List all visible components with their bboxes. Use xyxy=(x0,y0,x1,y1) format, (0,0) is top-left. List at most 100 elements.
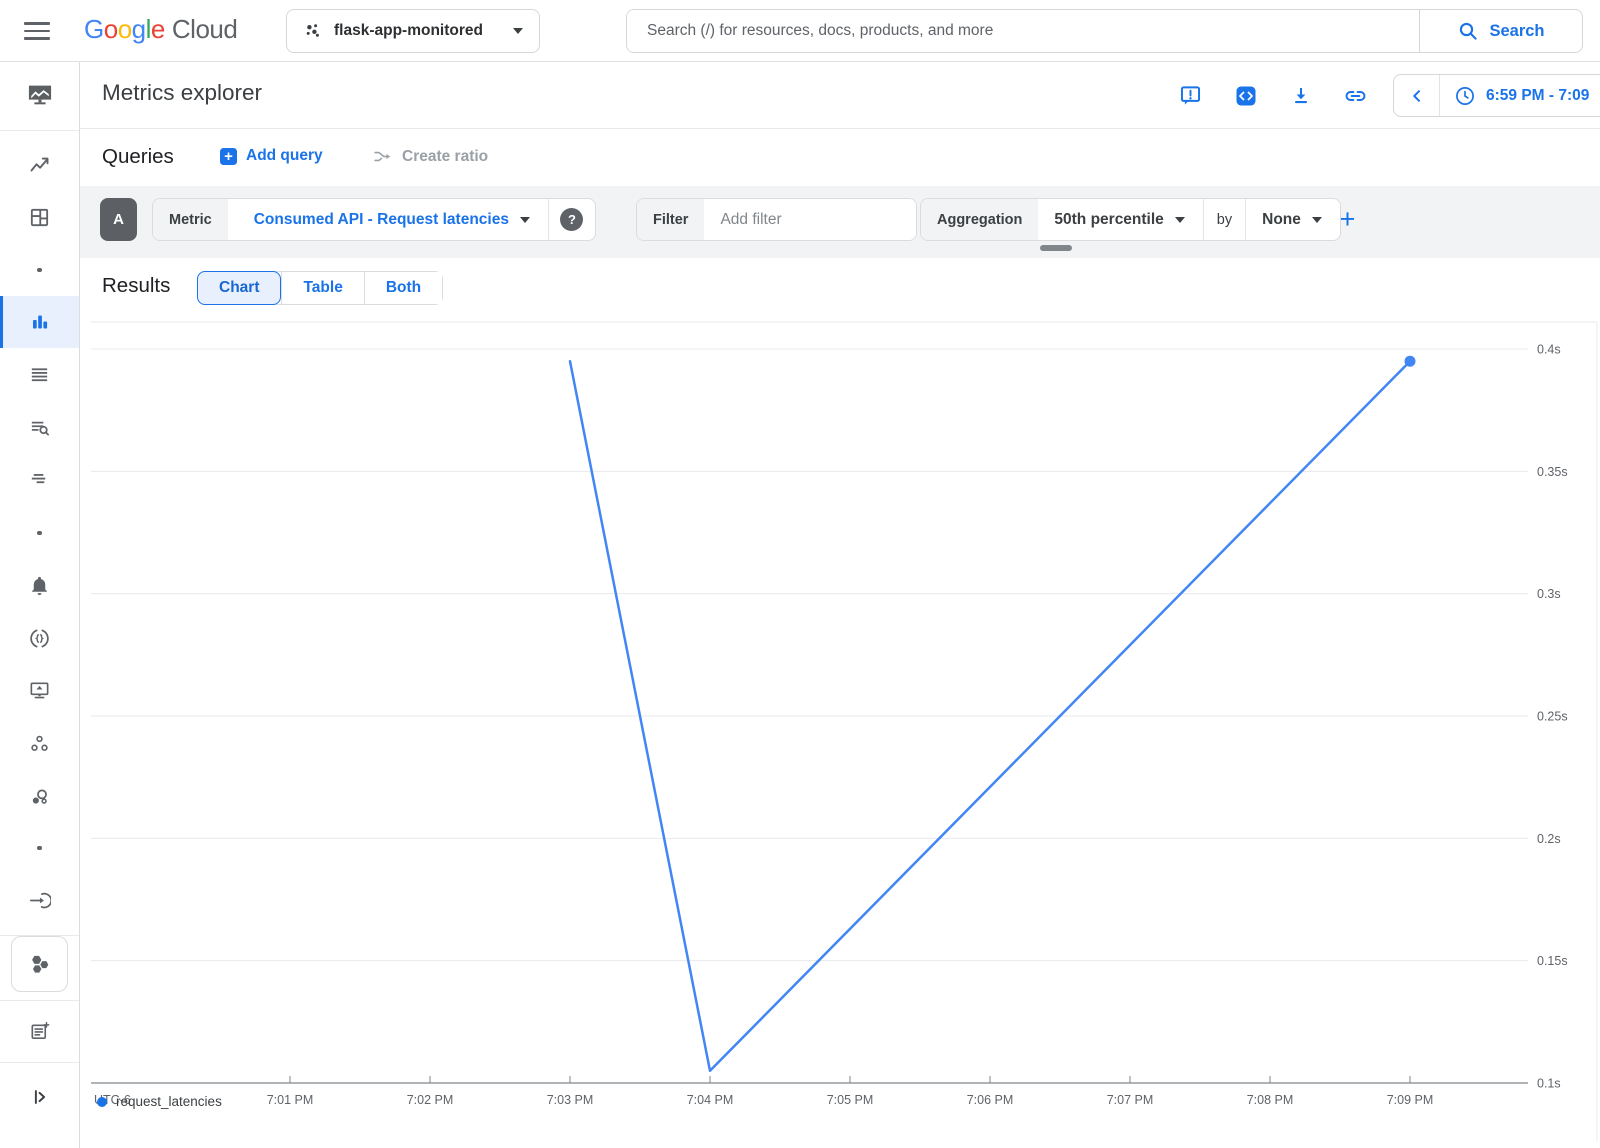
series-end-dot xyxy=(1405,356,1416,367)
dashboard-grid-icon xyxy=(28,206,51,229)
sidebar-item-list[interactable] xyxy=(0,352,79,396)
sidebar-item-groups[interactable] xyxy=(0,721,79,765)
search-button[interactable]: Search xyxy=(1419,10,1582,52)
x-tick-label: 7:02 PM xyxy=(407,1093,454,1107)
y-tick-label: 0.25s xyxy=(1537,710,1568,724)
time-range-selector[interactable]: 6:59 PM - 7:09 xyxy=(1440,85,1600,107)
metric-help-button[interactable]: ? xyxy=(549,199,595,240)
filter-group: Filter xyxy=(636,198,917,241)
aggregation-dropdown[interactable]: 50th percentile xyxy=(1038,199,1202,240)
add-query-button[interactable]: + Add query xyxy=(220,147,323,165)
sidebar-item-integrations[interactable] xyxy=(0,878,79,922)
x-tick-label: 7:03 PM xyxy=(547,1093,594,1107)
sidebar-divider xyxy=(0,130,79,131)
chart-plot[interactable]: 0.4s0.35s0.3s0.25s0.2s0.15s0.1s7:01 PM7:… xyxy=(80,315,1600,1148)
share-link-button[interactable] xyxy=(1343,83,1368,108)
x-tick-label: 7:08 PM xyxy=(1247,1093,1294,1107)
metric-value: Consumed API - Request latencies xyxy=(254,211,509,229)
braces-circle-icon xyxy=(28,627,51,650)
metric-dropdown[interactable]: Consumed API - Request latencies xyxy=(228,199,548,240)
legend-label: request_latencies xyxy=(116,1094,222,1109)
group-circles-icon xyxy=(28,732,51,755)
y-tick-label: 0.35s xyxy=(1537,465,1568,479)
sidebar-item-pinned-product[interactable] xyxy=(11,936,68,992)
link-icon xyxy=(1343,83,1368,109)
metric-group: Metric Consumed API - Request latencies … xyxy=(152,198,596,241)
dot-icon xyxy=(37,268,42,273)
x-tick-label: 7:04 PM xyxy=(687,1093,734,1107)
sidebar-item-metrics[interactable] xyxy=(0,143,79,187)
sidebar-item-monitoring-home[interactable] xyxy=(0,73,79,117)
title-bar: Metrics explorer xyxy=(80,62,1600,129)
filter-label: Filter xyxy=(637,199,704,240)
query-letter-badge[interactable]: A xyxy=(100,198,137,241)
time-range-text: 6:59 PM - 7:09 xyxy=(1486,87,1589,105)
group-by-value: None xyxy=(1262,211,1301,229)
project-icon xyxy=(304,22,322,40)
tab-table[interactable]: Table xyxy=(281,272,363,304)
sidebar-section-dot xyxy=(0,248,79,292)
create-ratio-label: Create ratio xyxy=(402,148,488,166)
x-tick-label: 7:09 PM xyxy=(1387,1093,1434,1107)
create-ratio-button[interactable]: Create ratio xyxy=(372,146,488,167)
dot-icon xyxy=(37,846,42,851)
project-selector[interactable]: flask-app-monitored xyxy=(286,9,540,53)
search-button-label: Search xyxy=(1489,22,1544,41)
tab-chart[interactable]: Chart xyxy=(197,271,281,305)
sidebar-item-uptime-checks[interactable] xyxy=(0,668,79,712)
aggregation-value: 50th percentile xyxy=(1054,211,1163,229)
sidebar-item-trace-list[interactable] xyxy=(0,457,79,501)
code-icon xyxy=(1234,84,1258,108)
download-button[interactable] xyxy=(1288,83,1313,108)
logo-letter: G xyxy=(84,14,104,45)
y-tick-label: 0.2s xyxy=(1537,832,1561,846)
collapse-panel-icon xyxy=(29,1086,51,1108)
filter-input[interactable] xyxy=(704,199,916,240)
y-tick-label: 0.4s xyxy=(1537,343,1561,357)
sidebar-item-dashboards[interactable] xyxy=(0,195,79,239)
sidebar-item-services[interactable] xyxy=(0,616,79,660)
x-tick-label: 7:01 PM xyxy=(267,1093,314,1107)
staggered-lines-icon xyxy=(28,468,51,491)
results-heading: Results xyxy=(102,274,170,298)
feedback-icon xyxy=(1178,83,1203,108)
sidebar-item-detect[interactable] xyxy=(0,774,79,818)
legend-item[interactable]: request_latencies xyxy=(97,1094,222,1109)
menu-hamburger-icon[interactable] xyxy=(24,20,50,42)
sidebar-divider xyxy=(0,1000,79,1001)
sidebar-item-alerting[interactable] xyxy=(0,563,79,607)
monitoring-logo-icon xyxy=(25,81,55,109)
tab-both[interactable]: Both xyxy=(364,272,442,304)
sidebar-item-release-notes[interactable] xyxy=(0,1009,79,1053)
sidebar-nav xyxy=(0,62,80,1148)
add-aggregation-button[interactable]: + xyxy=(1326,198,1369,241)
sidebar-item-metrics-explorer[interactable] xyxy=(0,296,79,348)
metric-label: Metric xyxy=(153,199,228,240)
sidebar-collapse-toggle[interactable] xyxy=(0,1075,79,1119)
search-input[interactable] xyxy=(627,10,1419,52)
search-icon xyxy=(1457,20,1479,42)
view-code-button[interactable] xyxy=(1233,83,1258,108)
results-row: Results Chart Table Both xyxy=(80,258,1600,315)
clock-icon xyxy=(1454,85,1476,107)
feedback-button[interactable] xyxy=(1178,83,1203,108)
search-bar: Search xyxy=(626,9,1583,53)
title-actions xyxy=(1178,83,1368,108)
merge-arrow-icon xyxy=(372,146,393,167)
y-tick-label: 0.15s xyxy=(1537,954,1568,968)
download-icon xyxy=(1289,84,1313,108)
sidebar-item-log-search[interactable] xyxy=(0,405,79,449)
document-plus-icon xyxy=(28,1020,51,1043)
resize-drag-handle[interactable] xyxy=(1040,245,1072,251)
logo-letter: o xyxy=(104,14,118,45)
logo-letter: o xyxy=(118,14,132,45)
google-cloud-logo: Google Cloud xyxy=(84,14,237,45)
dot-icon xyxy=(37,531,42,536)
bar-chart-icon xyxy=(28,310,52,334)
query-builder: A Metric Consumed API - Request latencie… xyxy=(80,186,1600,258)
chart-area: 0.4s0.35s0.3s0.25s0.2s0.15s0.1s7:01 PM7:… xyxy=(80,315,1600,1148)
view-toggle-group: Chart Table Both xyxy=(197,271,443,305)
y-tick-label: 0.3s xyxy=(1537,587,1561,601)
chevron-down-icon xyxy=(520,217,530,223)
time-range-collapse[interactable] xyxy=(1394,75,1440,116)
